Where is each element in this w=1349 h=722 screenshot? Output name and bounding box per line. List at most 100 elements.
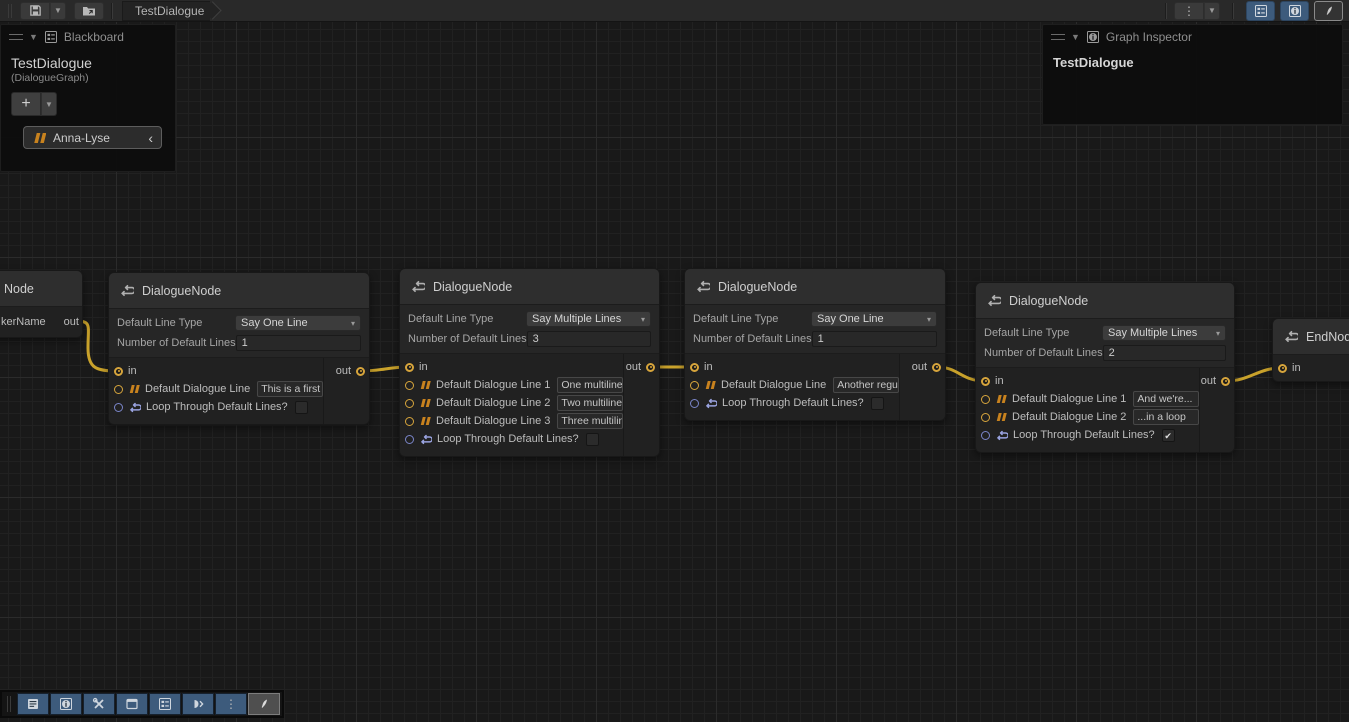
quill-icon [257,697,271,711]
add-property-button[interactable]: + [11,92,41,116]
num-lines-field[interactable]: 1 [812,331,937,347]
tools-button[interactable] [83,693,115,715]
line-value-field[interactable]: Three multilin [557,413,623,429]
num-lines-field[interactable]: 1 [236,335,361,351]
breadcrumb-tab[interactable]: TestDialogue [122,1,210,21]
transition-button[interactable] [182,693,214,715]
quote-icon [419,398,431,408]
line-value-field[interactable]: Another regu [833,377,899,393]
line-port[interactable] [405,399,414,408]
folder-open-icon [82,5,96,17]
dialogue-node-2[interactable]: DialogueNode Default Line Type Say Multi… [399,268,660,457]
blackboard-property[interactable]: Anna-Lyse ‹ [23,126,162,149]
line-type-dropdown[interactable]: Say One Line ▾ [235,315,361,331]
node-title: Node [4,282,34,296]
dialogue-node-1[interactable]: DialogueNode Default Line Type Say One L… [108,272,370,425]
drag-handle-icon[interactable] [1051,34,1065,40]
input-port[interactable] [405,363,414,372]
line-value-field[interactable]: Two multiline [557,395,623,411]
loop-port[interactable] [405,435,414,444]
blackboard-button[interactable] [149,693,181,715]
output-port[interactable] [356,367,365,376]
node-title: DialogueNode [433,280,512,294]
line-port[interactable] [114,385,123,394]
save-options-dropdown[interactable]: ▼ [50,2,66,20]
loop-checkbox[interactable] [586,433,599,446]
output-port[interactable] [1221,377,1230,386]
loop-checkbox[interactable] [295,401,308,414]
loop-icon [995,429,1008,442]
line-port[interactable] [981,395,990,404]
toolbar-drag-handle[interactable] [8,4,12,18]
preview-button[interactable] [248,693,280,715]
options-menu-dropdown[interactable]: ▼ [1204,2,1220,20]
dialogue-graph-editor: Node kerName out DialogueNode [0,0,1349,722]
num-lines-field[interactable]: 3 [527,331,651,347]
graph-inspector-panel[interactable]: ▼ Graph Inspector TestDialogue [1042,24,1343,125]
open-asset-button[interactable] [74,2,104,20]
node-title: DialogueNode [718,280,797,294]
more-button[interactable]: ⋮ [215,693,247,715]
info-icon [59,697,73,711]
dialogue-node-4[interactable]: DialogueNode Default Line Type Say Multi… [975,282,1235,453]
kebab-icon: ⋮ [225,697,237,711]
foldout-arrow-icon[interactable]: ▼ [29,32,38,42]
dialogue-node-3[interactable]: DialogueNode Default Line Type Say One L… [684,268,946,421]
chevron-down-icon: ▾ [1216,329,1220,338]
line-value-field[interactable]: ...in a loop [1133,409,1199,425]
output-port[interactable] [646,363,655,372]
loop-port[interactable] [690,399,699,408]
top-toolbar: ▼ TestDialogue ⋮ ▼ [0,0,1349,22]
collapse-chevron-icon[interactable]: ‹ [148,130,153,146]
num-lines-field[interactable]: 2 [1103,345,1226,361]
quote-icon [704,380,716,390]
loop-checkbox[interactable] [871,397,884,410]
line-value-field[interactable]: One multiline [557,377,623,393]
dropdown-value: Say Multiple Lines [532,313,621,325]
dialogue-node-icon [695,279,710,294]
loop-port[interactable] [981,431,990,440]
input-port[interactable] [690,363,699,372]
chevron-down-icon: ▾ [351,319,355,328]
input-port[interactable] [981,377,990,386]
toggle-preview-button[interactable] [1314,1,1343,21]
node-title: EndNode [1306,330,1349,344]
line-port[interactable] [405,381,414,390]
add-property-dropdown[interactable]: ▼ [41,92,57,116]
loop-checkbox[interactable]: ✔ [1162,429,1175,442]
start-node[interactable]: Node kerName out [0,270,83,338]
console-button[interactable] [17,693,49,715]
line-port[interactable] [405,417,414,426]
line-label: Default Dialogue Line 1 [1012,393,1126,405]
line-port[interactable] [981,413,990,422]
line-value-field[interactable]: And we're... [1133,391,1199,407]
inspector-button[interactable] [50,693,82,715]
graph-type: (DialogueGraph) [1,71,175,84]
input-port[interactable] [1278,364,1287,373]
foldout-arrow-icon[interactable]: ▼ [1071,32,1080,42]
input-port[interactable] [114,367,123,376]
line-value-field[interactable]: This is a first [257,381,323,397]
quill-icon [1322,4,1336,18]
loop-label: Loop Through Default Lines? [437,433,579,445]
end-node[interactable]: EndNode in [1272,318,1349,382]
line-port[interactable] [690,381,699,390]
line-type-dropdown[interactable]: Say Multiple Lines ▾ [1102,325,1226,341]
drag-handle-icon[interactable] [9,34,23,40]
toggle-blackboard-button[interactable] [1246,1,1275,21]
options-menu-button[interactable]: ⋮ [1174,2,1204,20]
out-port-label: out [1201,375,1216,387]
blackboard-panel[interactable]: ▼ Blackboard TestDialogue (DialogueGraph… [0,24,176,172]
line-type-dropdown[interactable]: Say Multiple Lines ▾ [526,311,651,327]
toggle-inspector-button[interactable] [1280,1,1309,21]
line-type-label: Default Line Type [408,313,526,325]
num-lines-label: Number of Default Lines [984,347,1103,359]
window-button[interactable] [116,693,148,715]
toolbar-drag-handle[interactable] [7,696,11,712]
output-port[interactable] [932,363,941,372]
blackboard-icon [1254,4,1268,18]
save-button[interactable] [20,2,50,20]
loop-port[interactable] [114,403,123,412]
property-name: Anna-Lyse [53,131,141,145]
line-type-dropdown[interactable]: Say One Line ▾ [811,311,937,327]
